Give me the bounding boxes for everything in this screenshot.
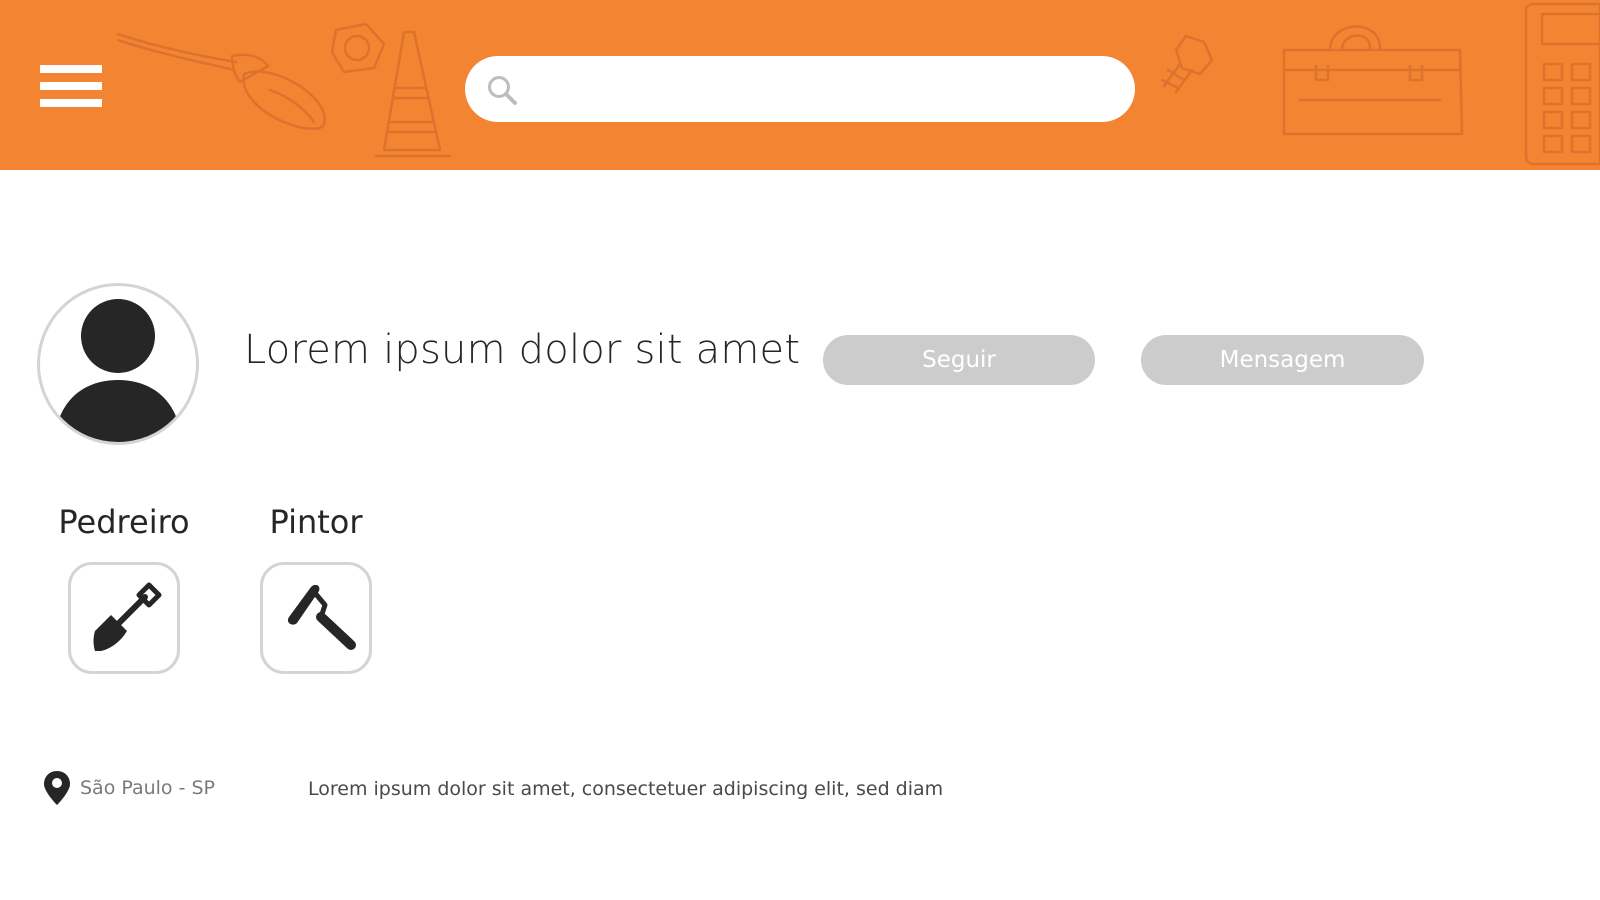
calculator-doodle bbox=[1524, 2, 1600, 166]
follow-button[interactable]: Seguir bbox=[823, 335, 1095, 385]
user-avatar-icon bbox=[54, 299, 182, 442]
menu-line bbox=[40, 99, 102, 107]
menu-line bbox=[40, 82, 102, 90]
skill-icon-box[interactable] bbox=[260, 562, 372, 674]
skill-pintor[interactable]: Pintor bbox=[236, 500, 396, 674]
skill-label: Pedreiro bbox=[58, 503, 190, 541]
traffic-cone-doodle bbox=[374, 30, 452, 158]
bolt-doodle bbox=[1160, 34, 1214, 94]
menu-line bbox=[40, 65, 102, 73]
paint-brush-doodle bbox=[116, 32, 326, 130]
message-button[interactable]: Mensagem bbox=[1141, 335, 1424, 385]
shovel-icon bbox=[93, 582, 162, 651]
search-bar[interactable] bbox=[465, 56, 1135, 122]
nut-doodle bbox=[330, 22, 386, 74]
profile-name: Lorem ipsum dolor sit amet bbox=[244, 327, 801, 373]
search-input[interactable] bbox=[527, 64, 1111, 116]
location: São Paulo - SP bbox=[42, 770, 215, 806]
location-pin-icon bbox=[44, 771, 70, 805]
profile-bio: Lorem ipsum dolor sit amet, consectetuer… bbox=[308, 778, 944, 800]
skill-icon-box[interactable] bbox=[68, 562, 180, 674]
toolbox-doodle bbox=[1282, 25, 1464, 136]
paint-roller-icon bbox=[287, 584, 356, 650]
avatar[interactable] bbox=[37, 283, 199, 445]
search-icon[interactable] bbox=[485, 73, 519, 107]
skill-pedreiro[interactable]: Pedreiro bbox=[44, 500, 204, 674]
hamburger-menu-icon[interactable] bbox=[38, 62, 104, 112]
location-text: São Paulo - SP bbox=[80, 777, 216, 799]
skill-label: Pintor bbox=[269, 503, 363, 541]
top-bar bbox=[0, 0, 1600, 170]
